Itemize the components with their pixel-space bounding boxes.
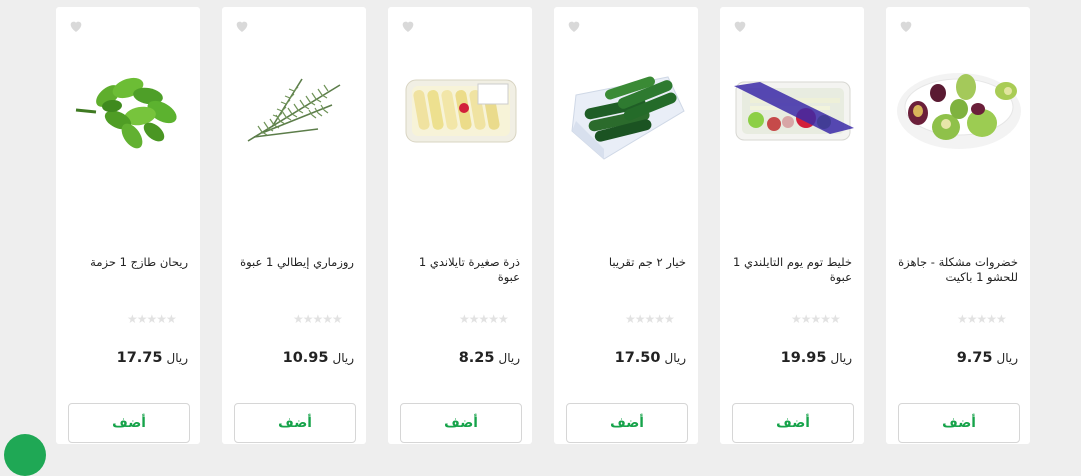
product-price: ريال17.75 <box>117 347 188 366</box>
product-name[interactable]: ريحان طازج 1 حزمة <box>66 255 188 270</box>
product-price: ريال8.25 <box>459 347 520 366</box>
product-price: ريال10.95 <box>283 347 354 366</box>
price-value: 19.95 <box>780 350 827 366</box>
price-currency: ريال <box>996 351 1018 365</box>
product-price: ريال17.50 <box>615 347 686 366</box>
add-to-cart-button[interactable]: أضف <box>400 403 522 443</box>
product-image[interactable] <box>730 57 856 165</box>
heart-icon[interactable] <box>566 18 582 34</box>
heart-icon[interactable] <box>234 18 250 34</box>
add-to-cart-button[interactable]: أضف <box>898 403 1020 443</box>
product-name[interactable]: خيار ٢ جم تقريبا <box>564 255 686 270</box>
heart-icon[interactable] <box>732 18 748 34</box>
product-image[interactable] <box>232 57 358 165</box>
product-card[interactable]: خضروات مشكلة - جاهزة للحشو 1 باكيت ★★★★★… <box>886 7 1030 444</box>
product-grid: خضروات مشكلة - جاهزة للحشو 1 باكيت ★★★★★… <box>54 7 1030 444</box>
product-name[interactable]: روزماري إيطالي 1 عبوة <box>232 255 354 270</box>
product-image[interactable] <box>66 57 192 165</box>
rating-stars: ★★★★★ <box>127 312 177 326</box>
chat-widget-button[interactable] <box>4 434 46 476</box>
rating-stars: ★★★★★ <box>791 312 841 326</box>
price-value: 10.95 <box>282 350 329 366</box>
product-price: ريال9.75 <box>957 347 1018 366</box>
price-currency: ريال <box>830 351 852 365</box>
product-image[interactable] <box>564 57 690 165</box>
rating-stars: ★★★★★ <box>625 312 675 326</box>
product-name[interactable]: ذرة صغيرة تايلاندي 1 عبوة <box>398 255 520 285</box>
product-card[interactable]: ذرة صغيرة تايلاندي 1 عبوة ★★★★★ ريال8.25… <box>388 7 532 444</box>
product-card[interactable]: خليط توم يوم التايلندي 1 عبوة ★★★★★ ريال… <box>720 7 864 444</box>
add-to-cart-button[interactable]: أضف <box>732 403 854 443</box>
add-to-cart-button[interactable]: أضف <box>566 403 688 443</box>
product-image[interactable] <box>896 57 1022 165</box>
price-value: 9.75 <box>956 350 993 366</box>
heart-icon[interactable] <box>898 18 914 34</box>
price-value: 17.75 <box>116 350 163 366</box>
price-currency: ريال <box>166 351 188 365</box>
heart-icon[interactable] <box>400 18 416 34</box>
product-image[interactable] <box>398 57 524 165</box>
add-to-cart-button[interactable]: أضف <box>68 403 190 443</box>
product-card[interactable]: ريحان طازج 1 حزمة ★★★★★ ريال17.75 أضف <box>56 7 200 444</box>
price-currency: ريال <box>664 351 686 365</box>
heart-icon[interactable] <box>68 18 84 34</box>
product-card[interactable]: خيار ٢ جم تقريبا ★★★★★ ريال17.50 أضف <box>554 7 698 444</box>
product-price: ريال19.95 <box>781 347 852 366</box>
price-currency: ريال <box>332 351 354 365</box>
product-name[interactable]: خضروات مشكلة - جاهزة للحشو 1 باكيت <box>896 255 1018 285</box>
product-name[interactable]: خليط توم يوم التايلندي 1 عبوة <box>730 255 852 285</box>
rating-stars: ★★★★★ <box>957 312 1007 326</box>
add-to-cart-button[interactable]: أضف <box>234 403 356 443</box>
rating-stars: ★★★★★ <box>293 312 343 326</box>
price-currency: ريال <box>498 351 520 365</box>
rating-stars: ★★★★★ <box>459 312 509 326</box>
price-value: 17.50 <box>614 350 661 366</box>
product-card[interactable]: روزماري إيطالي 1 عبوة ★★★★★ ريال10.95 أض… <box>222 7 366 444</box>
price-value: 8.25 <box>458 350 495 366</box>
